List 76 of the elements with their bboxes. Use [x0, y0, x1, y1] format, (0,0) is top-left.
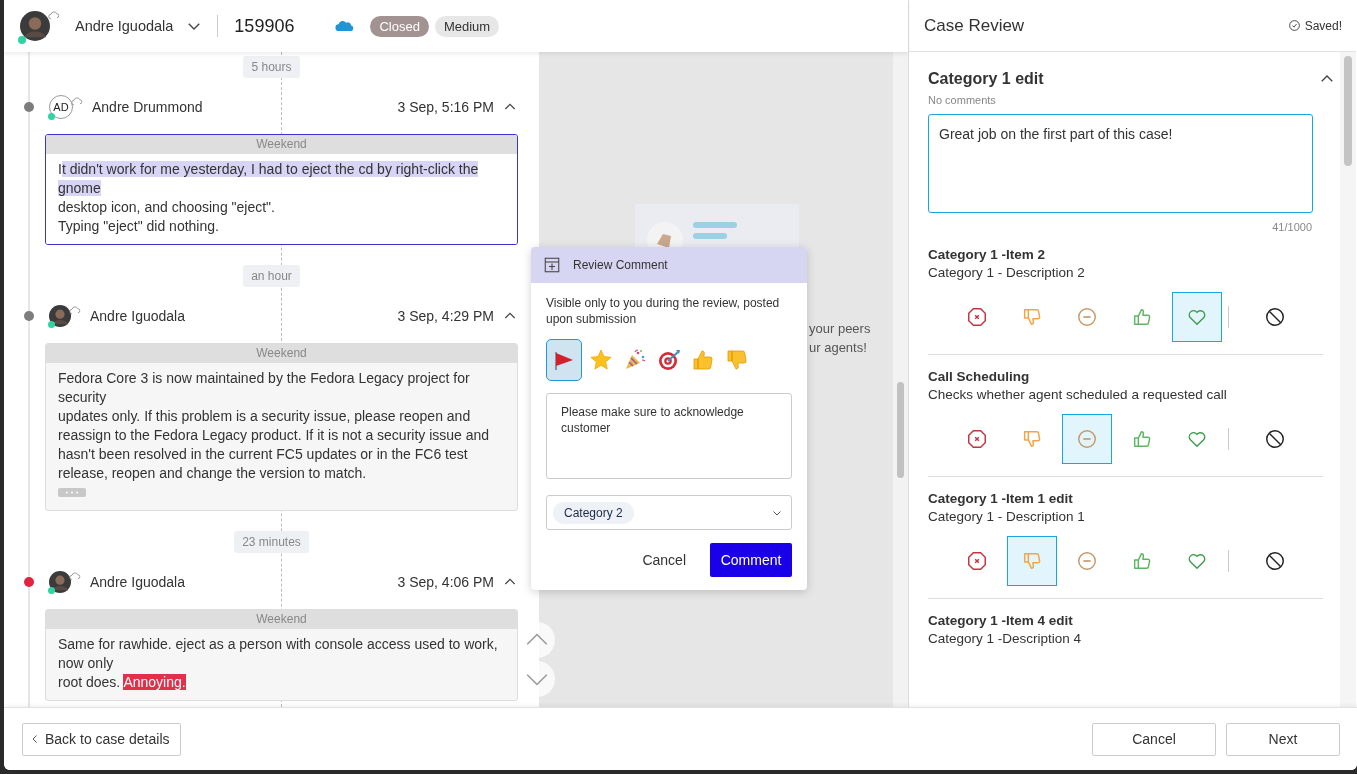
item-title: Category 1 -Item 2 [928, 247, 1047, 262]
message-time: 3 Sep, 5:16 PM [397, 99, 494, 115]
message-text: Typing "eject" did nothing. [58, 217, 220, 236]
panel-title: Case Review [924, 15, 1025, 36]
item-description: Category 1 -Description 4 [928, 631, 1083, 646]
item-title: Category 1 -Item 4 edit [928, 613, 1074, 628]
thumbs-down-icon [1021, 550, 1043, 572]
category-chip: Category 2 [553, 501, 634, 524]
minus-circle-icon [1076, 428, 1098, 450]
prohibited-icon [1264, 428, 1286, 450]
item-description: Category 1 - Description 2 [928, 265, 1086, 280]
elapsed-time-label: 5 hours [243, 56, 300, 78]
author-name: Andre Drummond [92, 99, 204, 115]
fail-icon [966, 550, 988, 572]
agent-name: Andre Iguodala [75, 18, 174, 34]
author-name: Andre Iguodala [90, 308, 186, 324]
popover-title: Review Comment [573, 258, 668, 272]
minus-circle-icon [1076, 550, 1098, 572]
comment-button[interactable]: Comment [710, 543, 792, 577]
elapsed-time-label: 23 minutes [234, 531, 309, 553]
thumbs-up-icon [1131, 306, 1153, 328]
status-badge: Closed [370, 15, 429, 37]
item-description: Category 1 - Description 1 [928, 509, 1086, 524]
character-counter: 41/1000 [1271, 221, 1312, 233]
star-icon [589, 348, 613, 372]
case-number: 159906 [234, 15, 295, 37]
scrollbar-thumb[interactable] [1344, 56, 1352, 166]
online-dot [48, 321, 55, 328]
back-button[interactable]: Back to case details [22, 722, 181, 756]
comment-field[interactable]: Please make sure to acknowledge customer [546, 393, 792, 479]
category-select[interactable]: Category 2 [546, 495, 792, 530]
scrollbar-thumb[interactable] [897, 382, 904, 478]
ellipsis-icon[interactable] [58, 488, 86, 497]
message-time: 3 Sep, 4:06 PM [397, 574, 494, 590]
cancel-button[interactable]: Cancel [1092, 722, 1216, 756]
author-name: Andre Iguodala [90, 574, 186, 590]
fail-icon [966, 428, 988, 450]
item-title: Category 1 -Item 1 edit [928, 491, 1074, 506]
section-subtitle: No comments [928, 94, 997, 106]
save-status: Saved! [1304, 18, 1342, 33]
section-title: Category 1 edit [928, 70, 1044, 88]
next-button[interactable]: Next [1226, 722, 1340, 756]
comment-field[interactable]: Great job on the first part of this case! [928, 114, 1313, 213]
day-tag: Weekend [46, 610, 517, 629]
target-icon [657, 348, 681, 372]
item-description: Checks whether agent scheduled a requested call [928, 387, 1228, 402]
thumbs-up-icon [1131, 428, 1153, 450]
message-text: updates only. If this problem is a security issue, please reopen and reassign to the Fedora Legacy product. If it is not a security issue and hasn't been resolved in the current FC5 updates or in the FC6 test release, reopen and change the version to match. [58, 407, 491, 483]
add-note-icon [543, 256, 561, 274]
popover-note: Visible only to you during the review, posted upon submission [546, 295, 781, 327]
avatar-initials: AD [49, 95, 73, 119]
hint-text: ur agents! [809, 339, 868, 357]
party-popper-icon [623, 348, 647, 372]
thumbs-down-icon [725, 348, 749, 372]
thumbs-up-icon [1131, 550, 1153, 572]
message-time: 3 Sep, 4:29 PM [397, 308, 494, 324]
prohibited-icon [1264, 550, 1286, 572]
message-text: desktop icon, and choosing "eject". [58, 198, 276, 217]
hint-text: your peers [809, 320, 871, 338]
fail-icon [966, 306, 988, 328]
day-tag: Weekend [46, 135, 517, 154]
thumbs-down-icon [1021, 306, 1043, 328]
check-circle-icon [1287, 19, 1301, 32]
flag-reaction[interactable] [546, 339, 582, 381]
online-dot [48, 113, 55, 120]
thumbs-up-icon [691, 348, 715, 372]
online-dot [48, 587, 55, 594]
priority-badge: Medium [434, 15, 500, 37]
item-title: Call Scheduling [928, 369, 1031, 384]
prohibited-icon [1264, 306, 1286, 328]
thumbs-down-icon [1021, 428, 1043, 450]
minus-circle-icon [1076, 306, 1098, 328]
message-text: root does. Annoying. [58, 673, 187, 692]
day-tag: Weekend [46, 344, 517, 363]
cancel-button[interactable]: Cancel [636, 551, 692, 569]
elapsed-time-label: an hour [243, 265, 300, 287]
